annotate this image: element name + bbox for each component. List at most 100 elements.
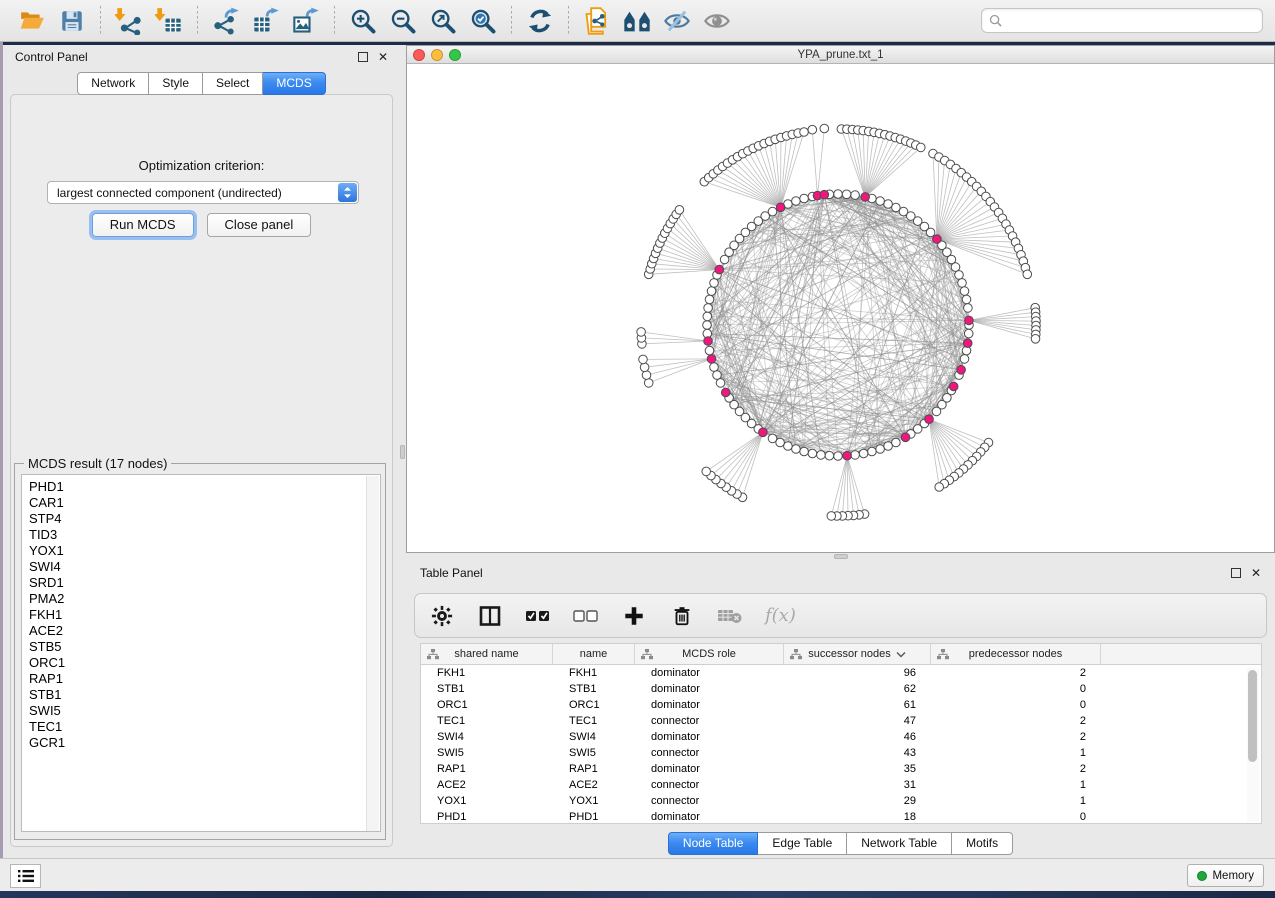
mcds-result-item[interactable]: TEC1 <box>29 719 380 735</box>
tab-mcds[interactable]: MCDS <box>263 72 325 95</box>
network-leaf-node[interactable] <box>702 467 711 476</box>
mcds-result-item[interactable]: SRD1 <box>29 575 380 591</box>
memory-button[interactable]: Memory <box>1187 864 1264 887</box>
network-node[interactable] <box>703 321 712 330</box>
table-row[interactable]: FKH1FKH1dominator962 <box>421 665 1261 681</box>
export-network-icon[interactable] <box>209 6 243 36</box>
mcds-result-item[interactable]: STB5 <box>29 639 380 655</box>
refresh-icon[interactable] <box>523 6 557 36</box>
mcds-hub-node[interactable] <box>776 203 785 212</box>
export-image-icon[interactable] <box>289 6 323 36</box>
network-node[interactable] <box>817 451 826 460</box>
network-node[interactable] <box>884 442 893 451</box>
table-row[interactable]: RAP1RAP1dominator352 <box>421 761 1261 777</box>
mcds-result-item[interactable]: TID3 <box>29 527 380 543</box>
mcds-result-item[interactable]: CAR1 <box>29 495 380 511</box>
network-leaf-node[interactable] <box>640 363 649 372</box>
mcds-hub-node[interactable] <box>949 382 958 391</box>
network-node[interactable] <box>884 200 893 209</box>
mcds-result-item[interactable]: STP4 <box>29 511 380 527</box>
network-node[interactable] <box>710 363 719 372</box>
mcds-result-item[interactable]: ACE2 <box>29 623 380 639</box>
network-leaf-node[interactable] <box>644 379 653 388</box>
zoom-selected-icon[interactable] <box>466 6 500 36</box>
status-menu-button[interactable] <box>10 864 41 888</box>
network-node[interactable] <box>859 449 868 458</box>
mcds-hub-node[interactable] <box>704 337 713 346</box>
table-row[interactable]: TEC1TEC1connector472 <box>421 713 1261 729</box>
mcds-hub-node[interactable] <box>957 366 966 375</box>
table-row[interactable]: SWI5SWI5connector431 <box>421 745 1261 761</box>
mcds-hub-node[interactable] <box>925 415 934 424</box>
duplicate-network-icon[interactable] <box>580 6 614 36</box>
mcds-hub-node[interactable] <box>901 433 910 442</box>
network-leaf-node[interactable] <box>827 512 836 521</box>
import-table-icon[interactable] <box>152 6 186 36</box>
table-row[interactable]: YOX1YOX1connector291 <box>421 793 1261 809</box>
mcds-result-item[interactable]: STB1 <box>29 687 380 703</box>
mcds-result-item[interactable]: YOX1 <box>29 543 380 559</box>
network-leaf-node[interactable] <box>935 483 944 492</box>
column-header-shared-name[interactable]: shared name <box>421 644 553 664</box>
table-row[interactable]: ORC1ORC1dominator610 <box>421 697 1261 713</box>
tab-node-table[interactable]: Node Table <box>668 832 759 855</box>
network-node[interactable] <box>834 452 843 461</box>
table-options-gear-icon[interactable] <box>429 603 455 629</box>
close-panel-icon[interactable]: ✕ <box>378 50 388 64</box>
table-scrollbar[interactable] <box>1247 668 1259 822</box>
network-node[interactable] <box>892 438 901 447</box>
network-node[interactable] <box>932 407 941 416</box>
network-node[interactable] <box>964 329 973 338</box>
tab-network[interactable]: Network <box>77 72 149 95</box>
network-graph-canvas[interactable] <box>407 64 1274 552</box>
network-node[interactable] <box>851 451 860 460</box>
network-node[interactable] <box>707 287 716 296</box>
network-node[interactable] <box>768 207 777 216</box>
add-column-icon[interactable] <box>621 603 647 629</box>
network-leaf-node[interactable] <box>820 124 829 133</box>
mcds-hub-node[interactable] <box>715 265 724 274</box>
mcds-hub-node[interactable] <box>759 428 768 437</box>
splitter-handle[interactable] <box>834 554 848 559</box>
mcds-result-item[interactable]: FKH1 <box>29 607 380 623</box>
zoom-in-icon[interactable] <box>346 6 380 36</box>
network-node[interactable] <box>716 379 725 388</box>
network-node[interactable] <box>705 346 714 355</box>
network-node[interactable] <box>808 449 817 458</box>
column-header-predecessor-nodes[interactable]: predecessor nodes <box>931 644 1101 664</box>
horizontal-splitter[interactable] <box>406 553 1275 560</box>
mcds-result-item[interactable]: ORC1 <box>29 655 380 671</box>
mcds-hub-node[interactable] <box>965 316 974 325</box>
show-columns-icon[interactable] <box>477 603 503 629</box>
network-node[interactable] <box>768 434 777 443</box>
network-node[interactable] <box>703 312 712 321</box>
column-header-successor-nodes[interactable]: successor nodes <box>784 644 931 664</box>
mcds-list-scrollbar[interactable] <box>366 476 379 832</box>
network-node[interactable] <box>960 355 969 364</box>
zoom-out-icon[interactable] <box>386 6 420 36</box>
save-session-icon[interactable] <box>55 6 89 36</box>
table-row[interactable]: PHD1PHD1dominator180 <box>421 809 1261 825</box>
network-node[interactable] <box>962 295 971 304</box>
tab-edge-table[interactable]: Edge Table <box>758 832 847 855</box>
close-panel-button[interactable]: Close panel <box>207 213 312 237</box>
mcds-result-item[interactable]: SWI5 <box>29 703 380 719</box>
network-leaf-node[interactable] <box>675 206 684 215</box>
network-window-titlebar[interactable]: YPA_prune.txt_1 <box>407 46 1274 64</box>
network-node[interactable] <box>868 447 877 456</box>
open-file-icon[interactable] <box>15 6 49 36</box>
network-leaf-node[interactable] <box>917 143 926 152</box>
network-node[interactable] <box>964 304 973 313</box>
mcds-result-item[interactable]: SWI4 <box>29 559 380 575</box>
search-input[interactable] <box>1007 14 1255 28</box>
close-panel-icon[interactable]: ✕ <box>1251 566 1261 580</box>
mcds-hub-node[interactable] <box>963 339 972 348</box>
network-node[interactable] <box>955 271 964 280</box>
network-leaf-node[interactable] <box>1031 335 1040 344</box>
column-header-mcds-role[interactable]: MCDS role <box>635 644 784 664</box>
table-row[interactable]: SWI4SWI4dominator462 <box>421 729 1261 745</box>
network-node[interactable] <box>842 190 851 199</box>
zoom-fit-icon[interactable] <box>426 6 460 36</box>
tab-motifs[interactable]: Motifs <box>952 832 1013 855</box>
network-node[interactable] <box>876 445 885 454</box>
